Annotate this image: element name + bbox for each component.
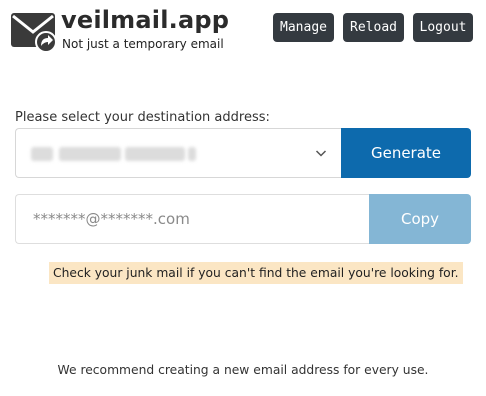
envelope-share-icon bbox=[11, 13, 57, 53]
destination-select[interactable] bbox=[15, 128, 341, 178]
brand-title: veilmail.app bbox=[61, 6, 230, 34]
destination-label: Please select your destination address: bbox=[15, 110, 270, 125]
chevron-down-icon bbox=[315, 150, 327, 157]
redacted-address bbox=[31, 147, 53, 161]
generate-button[interactable]: Generate bbox=[341, 128, 471, 178]
reload-button[interactable]: Reload bbox=[343, 13, 404, 42]
copy-button[interactable]: Copy bbox=[369, 194, 471, 244]
redacted-address bbox=[125, 147, 185, 161]
junk-mail-notice: Check your junk mail if you can't find t… bbox=[49, 262, 463, 284]
footer-recommendation: We recommend creating a new email addres… bbox=[57, 363, 429, 377]
redacted-address bbox=[59, 147, 121, 161]
brand-tagline: Not just a temporary email bbox=[62, 37, 224, 51]
logout-button[interactable]: Logout bbox=[413, 13, 473, 42]
generated-email-field[interactable]: *******@*******.com bbox=[15, 194, 369, 244]
redacted-address bbox=[188, 147, 196, 161]
manage-button[interactable]: Manage bbox=[273, 13, 334, 42]
